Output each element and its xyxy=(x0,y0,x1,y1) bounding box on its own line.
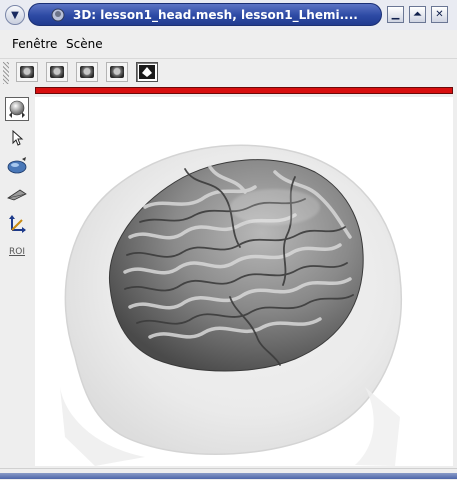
toolbar-button-4[interactable] xyxy=(106,62,128,82)
close-icon: ✕ xyxy=(435,9,444,20)
toolbar-button-1[interactable] xyxy=(16,62,38,82)
arrow-pointer-icon xyxy=(12,130,24,146)
tool-surface-paint[interactable] xyxy=(5,154,29,178)
menu-scene[interactable]: Scène xyxy=(66,37,103,51)
maximize-icon: ⏶ xyxy=(413,9,422,20)
brain-view-icon xyxy=(20,66,34,78)
window-menu-button[interactable]: ▼ xyxy=(5,5,25,25)
brain-view-icon xyxy=(50,66,64,78)
brain-mesh-render xyxy=(60,144,402,466)
3d-viewer[interactable] xyxy=(35,97,453,466)
title-bar[interactable]: ▼ 3D: lesson1_head.mesh, lesson1_Lhemi..… xyxy=(0,0,457,30)
close-button[interactable]: ✕ xyxy=(431,6,448,23)
left-toolbar: ROI xyxy=(0,86,33,466)
tool-roi[interactable]: ROI xyxy=(5,240,29,264)
toolbar-grip[interactable] xyxy=(3,62,9,84)
tool-plane[interactable] xyxy=(5,182,29,206)
title-pill[interactable]: 3D: lesson1_head.mesh, lesson1_Lhemi.... xyxy=(28,3,382,26)
taskbar-strip xyxy=(0,473,457,479)
menu-bar: Fenêtre Scène xyxy=(0,30,457,58)
maximize-button[interactable]: ⏶ xyxy=(409,6,426,23)
minimize-icon: ▁ xyxy=(391,9,400,20)
surface-paint-icon xyxy=(7,157,27,174)
window-title: 3D: lesson1_head.mesh, lesson1_Lhemi.... xyxy=(73,8,358,22)
app-window: ▼ 3D: lesson1_head.mesh, lesson1_Lhemi..… xyxy=(0,0,457,480)
minimize-button[interactable]: ▁ xyxy=(387,6,404,23)
transform-axes-icon xyxy=(9,215,26,233)
3d-view-icon xyxy=(139,65,155,79)
toolbar-button-2[interactable] xyxy=(46,62,68,82)
brain-view-icon xyxy=(110,66,124,78)
tool-trackball[interactable] xyxy=(5,97,29,121)
plane-icon xyxy=(7,189,27,201)
tool-transform[interactable] xyxy=(5,212,29,236)
roi-icon: ROI xyxy=(9,247,25,257)
view-toolbar xyxy=(0,58,457,87)
toolbar-button-3d[interactable] xyxy=(136,62,158,82)
trackball-icon xyxy=(9,100,25,118)
menu-fenetre[interactable]: Fenêtre xyxy=(12,37,57,51)
status-bar-red xyxy=(35,87,453,94)
toolbar-button-3[interactable] xyxy=(76,62,98,82)
app-icon xyxy=(51,8,65,22)
brain-view-icon xyxy=(80,66,94,78)
chevron-down-icon: ▼ xyxy=(11,9,19,21)
tool-select[interactable] xyxy=(5,126,29,150)
